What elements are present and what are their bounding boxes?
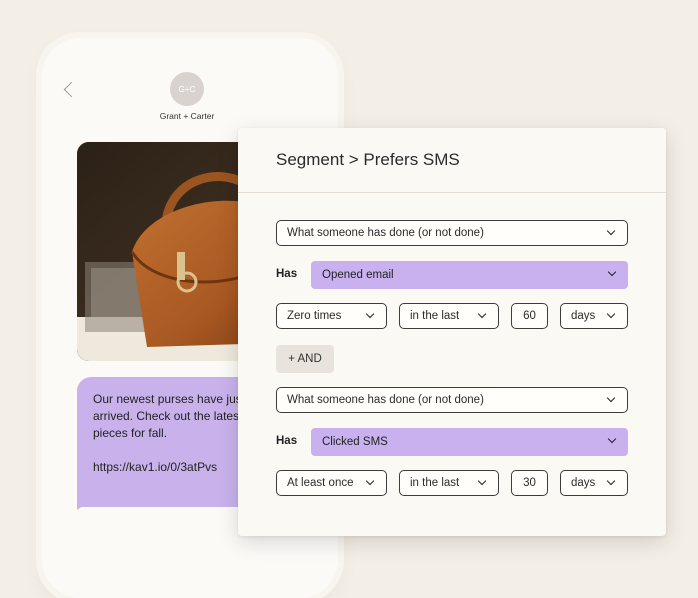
timeframe-value: in the last bbox=[410, 310, 460, 322]
chevron-down-icon bbox=[365, 309, 375, 319]
frequency-value: Zero times bbox=[287, 310, 342, 322]
message-text: Our newest purses have just arrived. Che… bbox=[93, 392, 246, 440]
metric-value: Clicked SMS bbox=[322, 436, 388, 448]
frequency-select[interactable]: Zero times bbox=[276, 303, 387, 329]
unit-value: days bbox=[571, 477, 596, 489]
metric-value: Opened email bbox=[322, 269, 394, 281]
chevron-down-icon bbox=[607, 434, 617, 444]
chevron-down-icon bbox=[607, 267, 617, 277]
back-chevron-icon[interactable] bbox=[63, 81, 80, 98]
metric-select[interactable]: Clicked SMS bbox=[311, 428, 628, 456]
number-input[interactable]: 60 bbox=[511, 303, 548, 329]
unit-select[interactable]: days bbox=[560, 470, 628, 496]
condition-type-select[interactable]: What someone has done (or not done) bbox=[276, 387, 628, 413]
metric-select[interactable]: Opened email bbox=[311, 261, 628, 289]
segment-panel: Segment > Prefers SMS What someone has d… bbox=[238, 128, 666, 536]
chevron-down-icon bbox=[606, 476, 616, 486]
chevron-down-icon bbox=[606, 309, 616, 319]
number-input[interactable]: 30 bbox=[511, 470, 548, 496]
has-label: Has bbox=[276, 268, 298, 280]
has-label: Has bbox=[276, 435, 298, 447]
timeframe-value: in the last bbox=[410, 477, 460, 489]
frequency-select[interactable]: At least once bbox=[276, 470, 387, 496]
panel-title: Segment > Prefers SMS bbox=[276, 150, 460, 169]
timeframe-select[interactable]: in the last bbox=[399, 470, 499, 496]
message-link[interactable]: https://kav1.io/0/3atPvs bbox=[93, 460, 217, 474]
chevron-down-icon bbox=[477, 476, 487, 486]
timeframe-select[interactable]: in the last bbox=[399, 303, 499, 329]
frequency-value: At least once bbox=[287, 477, 354, 489]
condition-type-value: What someone has done (or not done) bbox=[287, 227, 484, 239]
contact-name: Grant + Carter bbox=[159, 111, 215, 121]
unit-value: days bbox=[571, 310, 596, 322]
avatar: G+C bbox=[170, 72, 204, 106]
chevron-down-icon bbox=[606, 393, 616, 403]
divider bbox=[238, 192, 666, 193]
add-and-button[interactable]: + AND bbox=[276, 345, 334, 373]
chevron-down-icon bbox=[477, 309, 487, 319]
bubble-tail bbox=[77, 500, 91, 510]
chevron-down-icon bbox=[365, 476, 375, 486]
chevron-down-icon bbox=[606, 226, 616, 236]
condition-type-value: What someone has done (or not done) bbox=[287, 394, 484, 406]
unit-select[interactable]: days bbox=[560, 303, 628, 329]
condition-type-select[interactable]: What someone has done (or not done) bbox=[276, 220, 628, 246]
